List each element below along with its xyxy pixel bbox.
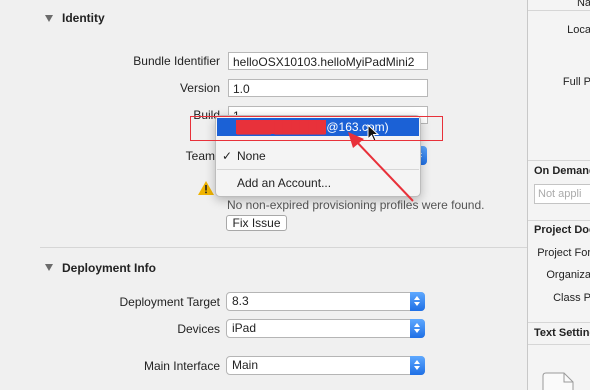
add-account-label: Add an Account...: [237, 176, 332, 190]
main-interface-popup[interactable]: Main: [226, 356, 425, 375]
main-interface-label: Main Interface: [143, 359, 220, 373]
on-demand-tags-field[interactable]: Not appli: [534, 184, 590, 204]
devices-arrows-icon: [410, 319, 425, 338]
checkmark-icon: ✓: [222, 149, 233, 163]
inspector-location-label: Loca: [567, 24, 590, 36]
on-demand-section-title: On Demand: [534, 165, 590, 177]
file-template-icon: [542, 372, 574, 390]
devices-popup[interactable]: iPad: [226, 319, 425, 338]
inspector-full-path-label: Full P: [562, 76, 590, 88]
annotation-arrow-icon: [348, 132, 414, 202]
inspector-divider: [528, 322, 590, 323]
bundle-identifier-label: Bundle Identifier: [133, 54, 220, 68]
none-item-label: None: [237, 149, 266, 163]
class-prefix-label: Class P: [553, 292, 590, 304]
project-format-label: Project For: [537, 247, 590, 259]
devices-value: iPad: [232, 321, 257, 335]
version-field[interactable]: 1.0: [228, 79, 428, 97]
warning-icon: [198, 181, 214, 195]
identity-section-title: Identity: [62, 11, 105, 25]
deployment-section-title: Deployment Info: [62, 261, 157, 275]
team-label: Team: [185, 149, 215, 163]
identity-disclosure-triangle[interactable]: [45, 15, 53, 22]
main-interface-arrows-icon: [410, 356, 425, 375]
inspector-divider: [528, 344, 590, 345]
inspector-divider: [528, 160, 590, 161]
devices-label: Devices: [177, 322, 220, 336]
file-inspector-panel: Na Loca Full P On Demand Not appli Proje…: [527, 0, 590, 390]
fix-issue-button[interactable]: Fix Issue: [226, 215, 287, 231]
text-settings-section-title: Text Setting: [534, 327, 590, 339]
organization-label: Organiza: [546, 269, 590, 281]
inspector-divider: [528, 10, 590, 11]
deployment-target-label: Deployment Target: [119, 295, 221, 309]
project-document-section-title: Project Doc: [534, 224, 590, 236]
deployment-target-popup[interactable]: 8.3: [226, 292, 425, 311]
deployment-target-value: 8.3: [232, 294, 249, 308]
inspector-divider: [528, 220, 590, 221]
deployment-target-arrows-icon: [410, 292, 425, 311]
inspector-name-label: Na: [576, 0, 590, 9]
main-interface-value: Main: [232, 358, 259, 372]
version-label: Version: [179, 81, 220, 95]
bundle-identifier-field[interactable]: helloOSX10103.helloMyiPadMini2: [228, 52, 428, 70]
section-divider: [40, 247, 527, 248]
deployment-disclosure-triangle[interactable]: [45, 264, 53, 271]
general-settings-pane: Identity Bundle Identifier helloOSX10103…: [0, 0, 527, 390]
